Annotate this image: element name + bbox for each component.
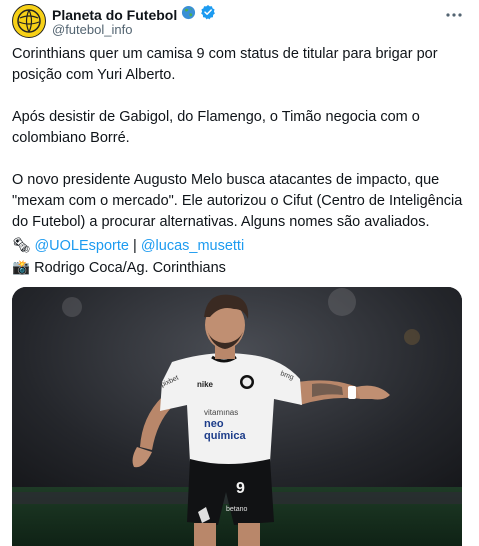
tweet-photo[interactable]: nike vitamınas neo química bmg pixbet 9 … [12, 287, 462, 546]
tweet-paragraph: Após desistir de Gabigol, do Flamengo, o… [12, 109, 420, 146]
verified-badge-icon [200, 4, 216, 25]
tweet-paragraph: O novo presidente Augusto Melo busca ata… [12, 172, 463, 230]
shorts-sponsor: betano [226, 506, 248, 513]
mention-link[interactable]: @lucas_musetti [141, 238, 244, 254]
credit-separator: | [133, 238, 137, 254]
author-handle[interactable]: @futebol_info [52, 22, 132, 37]
photo-credit: Rodrigo Coca/Ag. Corinthians [34, 260, 226, 276]
credit-line-source: 🗞 @UOLEsporte | @lucas_musetti [12, 235, 244, 257]
tweet-header: Planeta do Futebol @futebol_info [12, 4, 467, 40]
svg-text:nike: nike [197, 380, 214, 389]
sponsor-line-3: química [204, 430, 246, 442]
author-name[interactable]: Planeta do Futebol [52, 7, 177, 23]
tweet-paragraph: Corinthians quer um camisa 9 com status … [12, 46, 438, 83]
more-options-icon[interactable] [445, 6, 463, 29]
sponsor-line-2: neo [204, 418, 224, 430]
sponsor-line-1: vitamınas [204, 408, 238, 417]
tweet-text: Corinthians quer um camisa 9 com status … [12, 44, 465, 254]
avatar-logo-icon [17, 9, 41, 33]
newspaper-icon: 🗞 [12, 238, 31, 254]
camera-icon: 📸 [12, 260, 31, 276]
mention-link[interactable]: @UOLEsporte [34, 238, 129, 254]
globe-icon [181, 5, 196, 25]
jersey-number: 9 [236, 480, 245, 497]
avatar[interactable] [12, 4, 46, 38]
football-player-photo: nike vitamınas neo química bmg pixbet 9 … [12, 287, 462, 546]
tweet-credits: 🗞 @UOLEsporte | @lucas_musetti 📸 Rodrigo… [12, 235, 244, 279]
credit-line-photo: 📸 Rodrigo Coca/Ag. Corinthians [12, 257, 244, 279]
